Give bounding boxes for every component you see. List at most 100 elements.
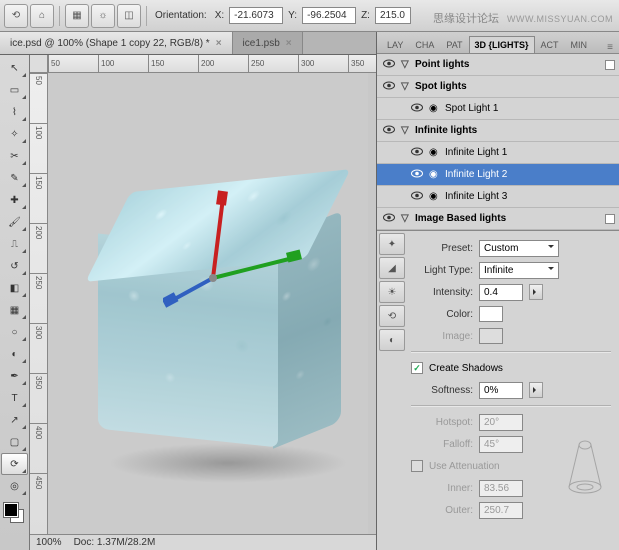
- panel-tabs: LAY CHA PAT 3D {LIGHTS} ACT MIN ≡: [377, 32, 619, 54]
- list-group[interactable]: ▽ Infinite lights: [377, 120, 619, 142]
- color-swatch[interactable]: [479, 306, 503, 322]
- close-icon[interactable]: ×: [216, 38, 222, 49]
- blur-tool[interactable]: ○: [1, 321, 28, 343]
- mesh-mode-icon[interactable]: ▦: [65, 4, 89, 28]
- intensity-input[interactable]: 0.4: [479, 284, 523, 301]
- tab-paths[interactable]: PAT: [440, 36, 468, 53]
- point-light-icon[interactable]: ✦: [379, 233, 405, 255]
- color-source-icon[interactable]: ◐: [379, 329, 405, 351]
- ruler-vertical: 50 100 150 200 250 300 350 400 450: [30, 73, 48, 534]
- eraser-tool[interactable]: ◧: [1, 277, 28, 299]
- list-group[interactable]: ▽ Point lights: [377, 54, 619, 76]
- 3d-axis-gizmo[interactable]: [163, 183, 303, 313]
- y-input[interactable]: -96.2504: [302, 7, 356, 24]
- preset-select[interactable]: Custom: [479, 240, 559, 257]
- visibility-icon[interactable]: [381, 213, 397, 225]
- softness-slider-icon[interactable]: [529, 382, 543, 398]
- list-item-selected[interactable]: ◉ Infinite Light 2: [377, 164, 619, 186]
- color-swatches[interactable]: [0, 501, 29, 529]
- item-label: Infinite Light 1: [445, 147, 507, 158]
- flyout-icon[interactable]: [605, 214, 615, 224]
- tab-layers[interactable]: LAY: [381, 36, 409, 53]
- list-item[interactable]: ◉ Infinite Light 3: [377, 186, 619, 208]
- close-icon[interactable]: ×: [286, 38, 292, 49]
- gradient-tool[interactable]: ▦: [1, 299, 28, 321]
- x-label: X:: [215, 10, 224, 21]
- path-tool[interactable]: ↗: [1, 409, 28, 431]
- flyout-icon[interactable]: [605, 60, 615, 70]
- 3d-rotate-tool[interactable]: ⟳: [1, 453, 28, 475]
- lights-list: ▽ Point lights ▽ Spot lights ◉ Spot Ligh…: [377, 54, 619, 231]
- twirl-icon[interactable]: ▽: [401, 59, 411, 70]
- list-item[interactable]: ◉ Infinite Light 1: [377, 142, 619, 164]
- move-tool[interactable]: ↖: [1, 57, 28, 79]
- outer-input: 250.7: [479, 502, 523, 519]
- heal-tool[interactable]: ✚: [1, 189, 28, 211]
- list-item[interactable]: ◉ Spot Light 1: [377, 98, 619, 120]
- visibility-icon[interactable]: [409, 169, 425, 181]
- pen-tool[interactable]: ✒: [1, 365, 28, 387]
- visibility-icon[interactable]: [409, 103, 425, 115]
- infinite-light-icon[interactable]: ☀: [379, 281, 405, 303]
- panel-menu-icon[interactable]: ≡: [601, 42, 619, 53]
- watermark-cn: 思缘设计论坛: [433, 10, 499, 26]
- eyedropper-tool[interactable]: ✎: [1, 167, 28, 189]
- intensity-slider-icon[interactable]: [529, 284, 543, 300]
- ruler-corner: [30, 55, 48, 73]
- crop-tool[interactable]: ✂: [1, 145, 28, 167]
- toggle-light-icon[interactable]: ⟲: [379, 305, 405, 327]
- visibility-icon[interactable]: [409, 191, 425, 203]
- document-tabs: ice.psd @ 100% (Shape 1 copy 22, RGB/8) …: [0, 32, 376, 55]
- intensity-label: Intensity:: [411, 287, 473, 298]
- tab-3d-lights[interactable]: 3D {LIGHTS}: [469, 36, 535, 53]
- shadows-label: Create Shadows: [429, 363, 503, 374]
- stamp-tool[interactable]: ⎍: [1, 233, 28, 255]
- twirl-icon[interactable]: ▽: [401, 125, 411, 136]
- visibility-icon[interactable]: [381, 81, 397, 93]
- 3d-camera-tool[interactable]: ◎: [1, 475, 28, 497]
- spot-light-icon[interactable]: ◢: [379, 257, 405, 279]
- z-label: Z:: [361, 10, 370, 21]
- spotlight-diagram-icon: [565, 437, 605, 497]
- falloff-input: 45°: [479, 436, 523, 453]
- doc-tab-inactive[interactable]: ice1.psb ×: [233, 32, 303, 54]
- light-icon: ◉: [429, 103, 441, 115]
- home-icon[interactable]: ⌂: [30, 4, 54, 28]
- light-type-select[interactable]: Infinite: [479, 262, 559, 279]
- ice-cube-render: [88, 183, 348, 463]
- doc-tab-active[interactable]: ice.psd @ 100% (Shape 1 copy 22, RGB/8) …: [0, 32, 233, 54]
- wand-tool[interactable]: ✧: [1, 123, 28, 145]
- type-tool[interactable]: T: [1, 387, 28, 409]
- tab-actions[interactable]: ACT: [535, 36, 565, 53]
- item-label: Infinite Light 2: [445, 169, 507, 180]
- tab-channels[interactable]: CHA: [409, 36, 440, 53]
- dodge-tool[interactable]: ◐: [1, 343, 28, 365]
- softness-input[interactable]: 0%: [479, 382, 523, 399]
- visibility-icon[interactable]: [409, 147, 425, 159]
- tab-mini[interactable]: MIN: [565, 36, 594, 53]
- list-group[interactable]: ▽ Spot lights: [377, 76, 619, 98]
- zoom-level[interactable]: 100%: [36, 537, 62, 548]
- x-input[interactable]: -21.6073: [229, 7, 283, 24]
- z-input[interactable]: 215.0: [375, 7, 411, 24]
- visibility-icon[interactable]: [381, 125, 397, 137]
- light-mode-icon[interactable]: ☼: [91, 4, 115, 28]
- group-label: Image Based lights: [415, 213, 506, 224]
- history-brush-tool[interactable]: ↺: [1, 255, 28, 277]
- light-icon: ◉: [429, 191, 441, 203]
- rotate-tool-icon[interactable]: ⟲: [4, 4, 28, 28]
- shadows-checkbox[interactable]: ✓: [411, 362, 423, 374]
- visibility-icon[interactable]: [381, 59, 397, 71]
- shape-tool[interactable]: ▢: [1, 431, 28, 453]
- camera-mode-icon[interactable]: ◫: [117, 4, 141, 28]
- attenuation-checkbox: [411, 460, 423, 472]
- fg-color[interactable]: [4, 503, 18, 517]
- twirl-icon[interactable]: ▽: [401, 213, 411, 224]
- lasso-tool[interactable]: ⌇: [1, 101, 28, 123]
- document-canvas[interactable]: [48, 73, 368, 534]
- list-group[interactable]: ▽ Image Based lights: [377, 208, 619, 230]
- marquee-tool[interactable]: ▭: [1, 79, 28, 101]
- light-properties: ✦ ◢ ☀ ⟲ ◐ Preset: Custom Light Type: Inf…: [377, 231, 619, 550]
- twirl-icon[interactable]: ▽: [401, 81, 411, 92]
- brush-tool[interactable]: 🖌: [1, 211, 28, 233]
